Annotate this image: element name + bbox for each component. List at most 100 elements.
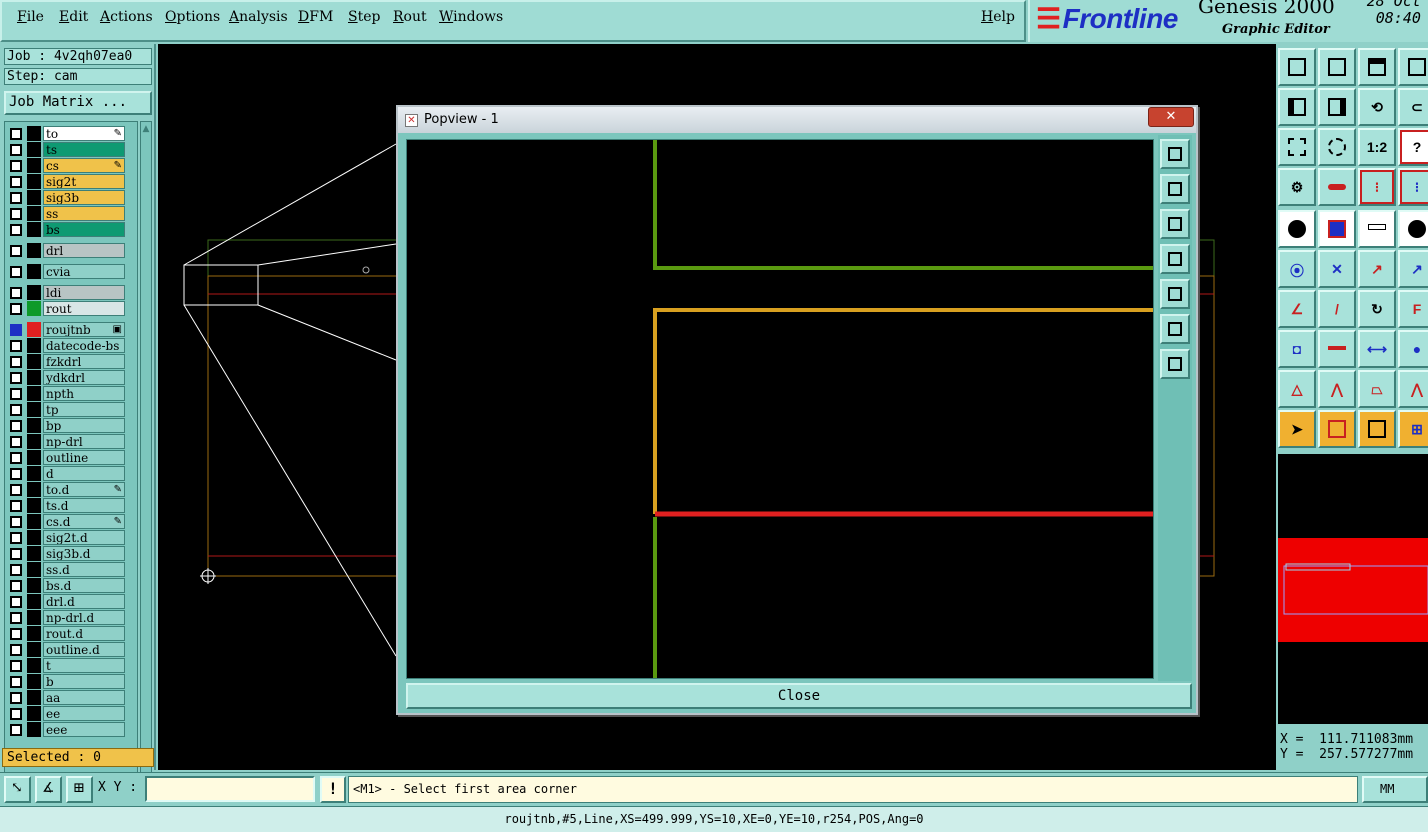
move-point-button[interactable]: ↗	[1358, 250, 1396, 288]
add-surface-button[interactable]	[1398, 210, 1428, 248]
pan-right-button[interactable]	[1318, 88, 1356, 126]
pan-right-button[interactable]	[1160, 279, 1190, 309]
triangle-button[interactable]: △	[1278, 370, 1316, 408]
slash-button[interactable]: /	[1318, 290, 1356, 328]
layer-row[interactable]: b	[7, 674, 128, 689]
layer-row[interactable]: sig2t.d	[7, 530, 128, 545]
layer-name[interactable]: np-drl	[43, 434, 125, 449]
layer-checkbox[interactable]	[10, 144, 22, 156]
layer-checkbox[interactable]	[10, 404, 22, 416]
select-poly-button[interactable]	[1358, 410, 1396, 448]
measure-button[interactable]	[1358, 210, 1396, 248]
pan-left-button[interactable]	[1278, 88, 1316, 126]
scroll-up-icon[interactable]: ▲	[141, 123, 151, 135]
pan-down-button[interactable]	[1160, 209, 1190, 239]
layer-checkbox[interactable]	[10, 676, 22, 688]
layer-color-swatch[interactable]	[27, 243, 41, 258]
layer-row[interactable]: npth	[7, 386, 128, 401]
layer-row[interactable]: ts	[7, 142, 128, 157]
layer-checkbox[interactable]	[10, 516, 22, 528]
layer-row[interactable]: ss.d	[7, 562, 128, 577]
layer-checkbox[interactable]	[10, 420, 22, 432]
layer-row[interactable]: ee	[7, 706, 128, 721]
layer-checkbox[interactable]	[10, 356, 22, 368]
layer-checkbox[interactable]	[10, 340, 22, 352]
layer-checkbox[interactable]	[10, 192, 22, 204]
layer-row[interactable]: drl	[7, 243, 128, 258]
layer-row[interactable]: outline.d	[7, 642, 128, 657]
layer-checkbox[interactable]	[10, 303, 22, 315]
execute-button[interactable]: !	[320, 776, 346, 803]
layer-color-swatch[interactable]	[27, 674, 41, 689]
layer-row[interactable]: ydkdrl	[7, 370, 128, 385]
settings-button[interactable]: ⚙	[1278, 168, 1316, 206]
popview-titlebar[interactable]: ✕ Popview - 1 ✕	[398, 107, 1196, 133]
copy-button[interactable]: ◘	[1278, 330, 1316, 368]
layer-checkbox[interactable]	[10, 532, 22, 544]
layer-name[interactable]: npth	[43, 386, 125, 401]
layers-button[interactable]: ⁝	[1358, 168, 1396, 206]
layer-row[interactable]: eee	[7, 722, 128, 737]
redraw-button[interactable]: ⊂	[1398, 88, 1428, 126]
layer-row[interactable]: bs.d	[7, 578, 128, 593]
layer-row[interactable]: bp	[7, 418, 128, 433]
layer-row[interactable]: to ✎	[7, 126, 128, 141]
menu-windows[interactable]: Windows	[439, 9, 503, 25]
layer-name[interactable]: cvia	[43, 264, 125, 279]
layer-checkbox[interactable]	[10, 287, 22, 299]
layer-color-swatch[interactable]	[27, 142, 41, 157]
layer-checkbox[interactable]	[10, 436, 22, 448]
layer-name[interactable]: outline.d	[43, 642, 125, 657]
grid-button[interactable]: ⊞	[66, 776, 93, 803]
layer-name[interactable]: rout	[43, 301, 125, 316]
layer-color-swatch[interactable]	[27, 626, 41, 641]
trapezoid-button[interactable]: ⏢	[1358, 370, 1396, 408]
layer-name[interactable]: tp	[43, 402, 125, 417]
layer-color-swatch[interactable]	[27, 514, 41, 529]
angle-button[interactable]: ∠	[1278, 290, 1316, 328]
layer-color-swatch[interactable]	[27, 642, 41, 657]
units-selector[interactable]: MM	[1362, 776, 1428, 803]
close-icon[interactable]: ✕	[1148, 107, 1194, 127]
dimension-button[interactable]: ⟷	[1358, 330, 1396, 368]
layer-color-swatch[interactable]	[27, 386, 41, 401]
layer-color-swatch[interactable]	[27, 722, 41, 737]
arch-button[interactable]: ⋀	[1398, 370, 1428, 408]
select-box-button[interactable]	[1318, 410, 1356, 448]
layer-row[interactable]: sig3b	[7, 190, 128, 205]
menu-step[interactable]: Step	[348, 9, 380, 25]
pan-up-button[interactable]	[1160, 174, 1190, 204]
layer-name[interactable]: t	[43, 658, 125, 673]
layer-color-swatch[interactable]	[27, 690, 41, 705]
layer-name[interactable]: eee	[43, 722, 125, 737]
layer-row[interactable]: d	[7, 466, 128, 481]
zoom-fit-button[interactable]	[1160, 139, 1190, 169]
pan-left-button[interactable]	[1160, 244, 1190, 274]
layer-name[interactable]: drl.d	[43, 594, 125, 609]
layer-checkbox[interactable]	[10, 324, 22, 336]
menu-actions[interactable]: Actions	[100, 9, 153, 25]
group-button[interactable]: ●	[1398, 330, 1428, 368]
layer-color-swatch[interactable]	[27, 301, 41, 316]
layer-checkbox[interactable]	[10, 245, 22, 257]
menu-rout[interactable]: Rout	[393, 9, 427, 25]
layer-color-swatch[interactable]	[27, 658, 41, 673]
xy-input[interactable]	[145, 776, 315, 802]
layer-row[interactable]: cs ✎	[7, 158, 128, 173]
layer-color-swatch[interactable]	[27, 562, 41, 577]
layer-checkbox[interactable]	[10, 128, 22, 140]
snap-button[interactable]: ⤡	[4, 776, 31, 803]
layer-name[interactable]: fzkdrl	[43, 354, 125, 369]
layer-name[interactable]: bs.d	[43, 578, 125, 593]
home-button[interactable]	[1358, 48, 1396, 86]
layer-checkbox[interactable]	[10, 176, 22, 188]
job-matrix-button[interactable]: Job Matrix ...	[4, 91, 152, 115]
layer-color-swatch[interactable]	[27, 466, 41, 481]
layer-checkbox[interactable]	[10, 612, 22, 624]
layer-color-swatch[interactable]	[27, 498, 41, 513]
layer-checkbox[interactable]	[10, 564, 22, 576]
menu-options[interactable]: Options	[165, 9, 220, 25]
split-button[interactable]	[1318, 330, 1356, 368]
layer-name[interactable]: bp	[43, 418, 125, 433]
menu-help[interactable]: Help	[981, 9, 1015, 25]
